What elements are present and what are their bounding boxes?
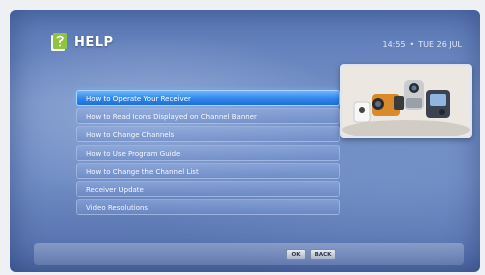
page-title: HELP — [74, 35, 114, 50]
time-text: 14:55 — [382, 40, 406, 49]
tv-screen: HELP 14:55 • TUE 26 JUL How to Operate You… — [10, 10, 480, 272]
footer-bar: OK BACK — [34, 243, 464, 265]
date-text: TUE 26 JUL — [418, 40, 462, 49]
menu-item-channel-list[interactable]: How to Change the Channel List — [76, 162, 340, 179]
header: HELP 14:55 • TUE 26 JUL — [10, 10, 480, 66]
camcorder-preview-image — [342, 66, 470, 136]
separator: • — [409, 40, 415, 49]
back-button[interactable]: BACK — [310, 249, 336, 260]
menu-item-program-guide[interactable]: How to Use Program Guide — [76, 144, 340, 161]
menu-item-video-resolutions[interactable]: Video Resolutions — [76, 199, 340, 216]
help-book-icon — [51, 33, 67, 51]
menu-item-receiver-update[interactable]: Receiver Update — [76, 180, 340, 197]
help-menu: How to Operate Your Receiver How to Read… — [76, 90, 340, 217]
menu-item-change-channels[interactable]: How to Change Channels — [76, 126, 340, 143]
preview-image — [340, 64, 472, 138]
clock: 14:55 • TUE 26 JUL — [382, 40, 462, 49]
menu-item-operate-receiver[interactable]: How to Operate Your Receiver — [76, 90, 340, 106]
menu-item-read-icons[interactable]: How to Read Icons Displayed on Channel B… — [76, 108, 340, 125]
ok-button[interactable]: OK — [286, 249, 306, 260]
